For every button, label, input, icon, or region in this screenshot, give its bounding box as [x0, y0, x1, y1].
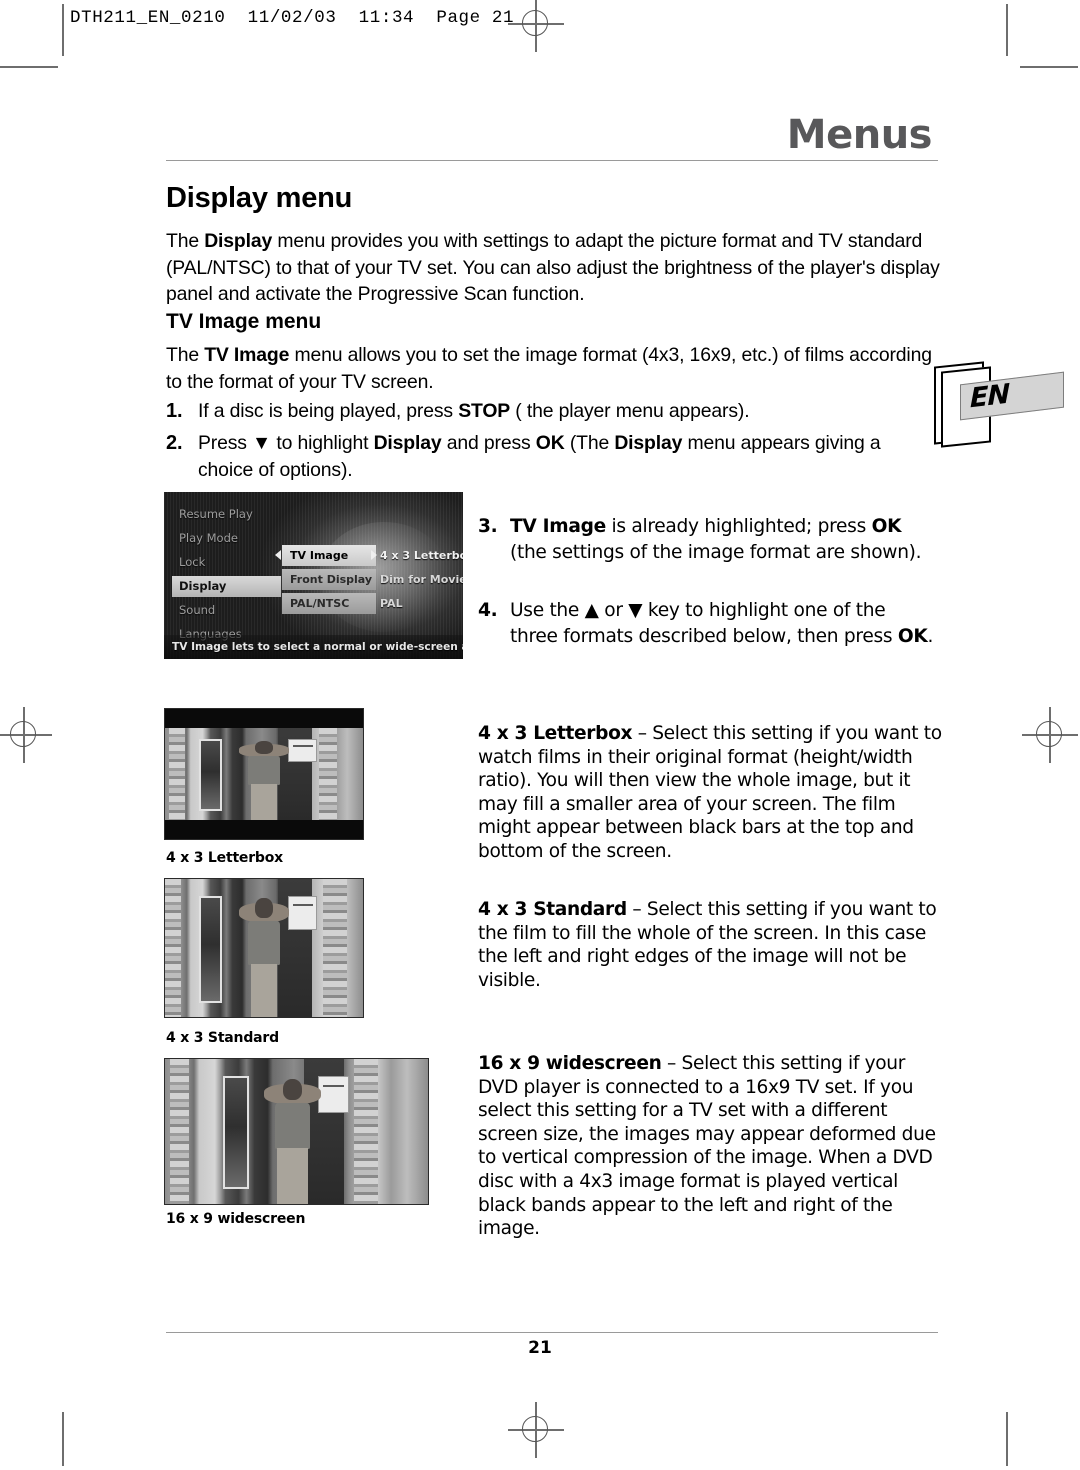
person-head: [255, 740, 273, 755]
scene-window: [198, 739, 223, 811]
scene-column-left: [165, 879, 181, 1017]
step-4: 4. Use the ▲ or ▼ key to highlight one o…: [478, 598, 938, 650]
step-2-number: 2.: [166, 432, 183, 454]
letterbox-scene: [165, 728, 363, 820]
step-3: 3. TV Image is already highlighted; pres…: [478, 514, 930, 566]
step-2: 2. Press ▼ to highlight Display and pres…: [166, 430, 936, 484]
tv-image-intro-paragraph: The TV Image menu allows you to set the …: [166, 344, 932, 393]
osd-value-pal-ntsc[interactable]: PAL: [380, 593, 463, 614]
step-1: 1. If a disc is being played, press STOP…: [166, 398, 936, 425]
osd-value-front-display[interactable]: Dim for Movies: [380, 569, 463, 590]
osd-menu-item-display[interactable]: Display: [172, 576, 281, 597]
osd-settings-value-list: 4 x 3 Letterbox Dim for Movies PAL: [380, 545, 463, 617]
page-title: Display menu: [166, 182, 353, 214]
manual-page: Menus Display menu The Display menu prov…: [0, 0, 1080, 1470]
osd-value-tv-image[interactable]: 4 x 3 Letterbox: [380, 545, 463, 566]
osd-menu-item-play-mode[interactable]: Play Mode: [172, 528, 282, 549]
step-3-number: 3.: [478, 516, 498, 537]
sample-image-standard: [164, 878, 364, 1018]
left-arrow-icon: [275, 550, 281, 560]
scene-poster: [287, 739, 318, 763]
scene-poster: [317, 1076, 350, 1113]
standard-scene: [165, 879, 363, 1017]
scene-column-right: [319, 728, 338, 820]
sample-image-letterbox: [164, 708, 364, 840]
footer-divider: [166, 1332, 938, 1333]
step-4-number: 4.: [478, 600, 498, 621]
scene-window: [198, 895, 223, 1004]
osd-menu-item-sound[interactable]: Sound: [172, 600, 282, 621]
step-2-text: Press ▼ to highlight Display and press O…: [198, 432, 881, 481]
person-head: [255, 898, 273, 919]
osd-main-menu-list: Resume Play Play Mode Lock Display Sound…: [172, 504, 282, 648]
person-head: [282, 1079, 303, 1101]
widescreen-scene: [165, 1059, 428, 1204]
step-4-text: Use the ▲ or ▼ key to highlight one of t…: [510, 600, 934, 647]
caption-widescreen: 16 x 9 widescreen: [166, 1211, 306, 1227]
scene-column-left: [170, 1059, 189, 1204]
scene-column-left: [168, 728, 185, 820]
person-torso: [248, 755, 280, 786]
right-arrow-icon: [371, 550, 377, 560]
format-description-widescreen: 16 x 9 widescreen – Select this setting …: [478, 1053, 936, 1240]
scene-person: [238, 898, 290, 1017]
page-number: 21: [528, 1338, 552, 1358]
format-description-letterbox: 4 x 3 Letterbox – Select this setting if…: [478, 723, 942, 862]
scene-window: [222, 1076, 250, 1190]
language-tab-en: EN: [932, 360, 1064, 448]
caption-standard: 4 x 3 Standard: [166, 1030, 279, 1046]
step-3-text: TV Image is already highlighted; press O…: [510, 516, 922, 563]
osd-screenshot: Resume Play Play Mode Lock Display Sound…: [164, 492, 463, 659]
person-legs: [250, 784, 278, 820]
step-1-number: 1.: [166, 400, 183, 422]
intro-paragraph: The Display menu provides you with setti…: [166, 230, 940, 305]
sample-image-widescreen: [164, 1058, 429, 1205]
scene-column-right: [323, 879, 348, 1017]
osd-menu-item-resume-play[interactable]: Resume Play: [172, 504, 282, 525]
language-tab-label: EN: [970, 378, 1010, 415]
osd-setting-tv-image[interactable]: TV Image: [282, 545, 376, 566]
letterbox-black-bar-top: [165, 709, 363, 728]
scene-person: [263, 1079, 322, 1204]
section-heading-tv-image: TV Image menu: [166, 310, 322, 333]
osd-setting-front-display[interactable]: Front Display: [282, 569, 376, 590]
caption-letterbox: 4 x 3 Letterbox: [166, 850, 284, 866]
letterbox-black-bar-bottom: [165, 820, 363, 839]
step-1-text: If a disc is being played, press STOP ( …: [198, 400, 750, 422]
scene-person: [238, 740, 290, 820]
osd-settings-name-list: TV Image Front Display PAL/NTSC: [282, 545, 376, 617]
scene-column-right: [354, 1059, 379, 1204]
osd-menu-item-lock[interactable]: Lock: [172, 552, 282, 573]
person-torso: [248, 920, 280, 965]
scene-poster: [287, 895, 318, 931]
person-torso: [274, 1102, 311, 1150]
person-legs: [277, 1147, 308, 1204]
title-divider: [166, 160, 938, 161]
osd-status-bar: TV Image lets to select a normal or wide…: [164, 635, 463, 659]
chapter-title: Menus: [786, 112, 933, 158]
person-legs: [250, 963, 278, 1017]
format-description-standard: 4 x 3 Standard – Select this setting if …: [478, 899, 937, 991]
osd-setting-pal-ntsc[interactable]: PAL/NTSC: [282, 593, 376, 614]
